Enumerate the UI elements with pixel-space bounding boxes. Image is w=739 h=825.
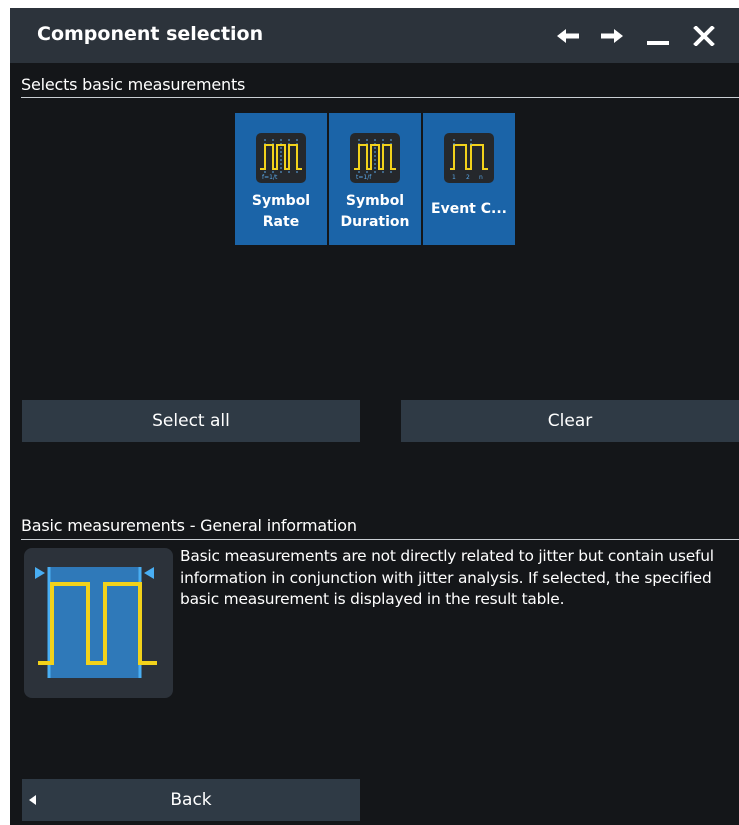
svg-text:2: 2 (466, 174, 470, 181)
tile-symbol-rate[interactable]: f=1/t Symbol Rate (235, 113, 327, 245)
info-description: Basic measurements are not directly rela… (180, 547, 714, 608)
back-triangle-icon (29, 795, 36, 805)
clear-button[interactable]: Clear (401, 400, 739, 442)
event-count-icon: 1 2 n (444, 133, 494, 183)
close-icon[interactable] (693, 26, 715, 46)
select-all-button[interactable]: Select all (22, 400, 360, 442)
symbol-rate-icon: f=1/t (256, 133, 306, 183)
tile-event-count[interactable]: 1 2 n Event C... (423, 113, 515, 245)
info-divider (21, 539, 739, 540)
selection-divider (21, 97, 739, 98)
tile-symbol-duration[interactable]: t=1/f Symbol Duration (329, 113, 421, 245)
minimize-icon[interactable] (646, 26, 670, 46)
tile-label: Symbol Duration (340, 193, 410, 230)
back-arrow-icon[interactable] (555, 26, 581, 46)
title-bar: Component selection (10, 8, 739, 63)
back-label: Back (170, 790, 212, 810)
forward-arrow-icon[interactable] (599, 26, 625, 46)
info-heading: Basic measurements - General information (21, 516, 357, 535)
tile-label: Symbol Rate (251, 193, 311, 230)
svg-text:n: n (479, 174, 483, 181)
symbol-duration-icon: t=1/f (350, 133, 400, 183)
back-button[interactable]: Back (22, 779, 360, 821)
component-selection-dialog: Component selection Selects basic measur… (10, 8, 739, 825)
dialog-title: Component selection (37, 23, 264, 45)
tile-label: Event C... (431, 201, 507, 217)
svg-text:t=1/f: t=1/f (356, 174, 372, 181)
svg-text:f=1/t: f=1/t (262, 174, 278, 181)
basic-measurements-icon (24, 548, 173, 698)
svg-text:1: 1 (452, 174, 456, 181)
selection-heading: Selects basic measurements (21, 75, 246, 94)
